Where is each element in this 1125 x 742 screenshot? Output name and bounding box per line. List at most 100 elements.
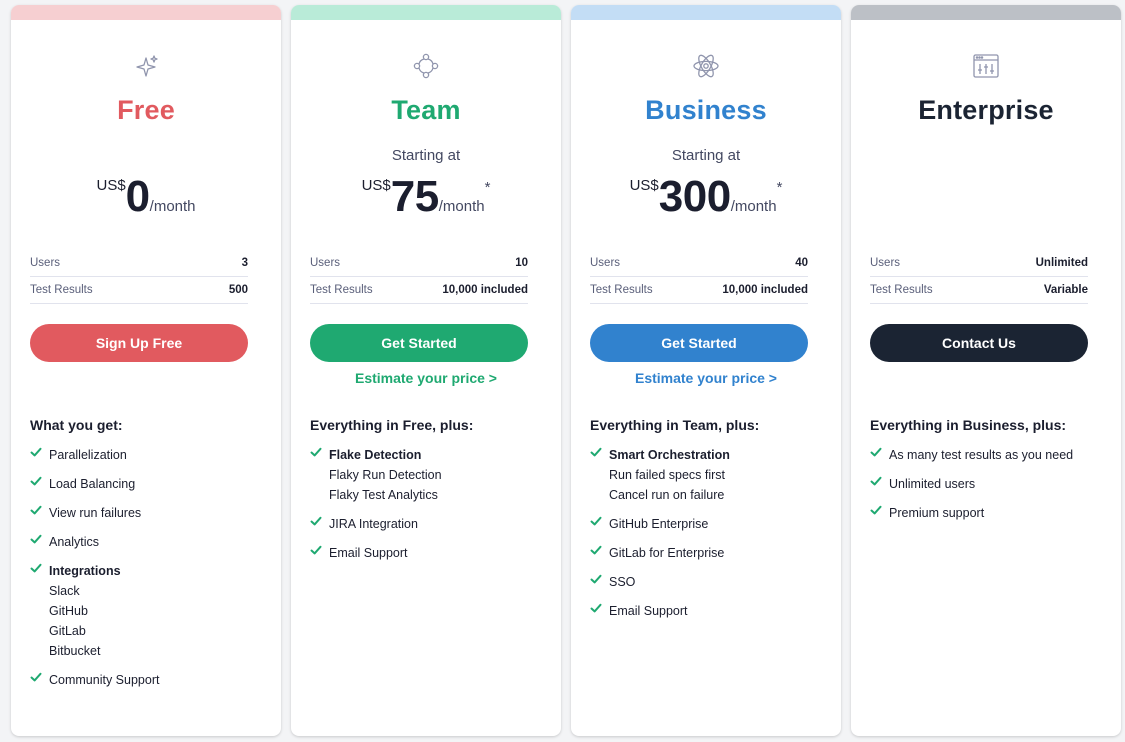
feature-item: Unlimited users: [870, 474, 1110, 494]
feature-sub-item: Run failed specs first: [609, 468, 726, 482]
feature-sub-item: Cancel run on failure: [609, 488, 725, 502]
feature-title: GitLab for Enterprise: [609, 546, 725, 560]
features-heading: Everything in Team, plus:: [590, 417, 760, 433]
users-label: Users: [30, 257, 61, 269]
starting-at-label: Starting at: [671, 147, 741, 164]
price-amount: 75: [390, 172, 439, 221]
price-period: /month: [438, 198, 485, 215]
feature-item: As many test results as you need: [870, 445, 1110, 465]
plan-color-bar: [11, 5, 281, 20]
check-icon: [870, 446, 882, 458]
price-amount: 300: [658, 172, 731, 221]
feature-list: Flake Detection Flaky Run Detection Flaky …: [310, 446, 550, 576]
sparkle-icon: [131, 51, 161, 81]
test-results-label: Test Results: [870, 284, 933, 296]
features-heading: What you get:: [30, 417, 123, 433]
feature-item: Email Support: [310, 543, 550, 563]
price-currency: US$: [629, 177, 659, 194]
plan-card-business: Business Starting at US$300/month * Users 40 T…: [571, 5, 841, 736]
check-icon: [30, 446, 42, 458]
feature-sub-item: Slack: [49, 584, 80, 598]
test-results-row: Test Results Variable: [870, 277, 1088, 304]
feature-title: Premium support: [889, 506, 985, 520]
price-period: /month: [149, 198, 196, 215]
feature-item: Smart Orchestration Run failed specs firs…: [590, 445, 830, 505]
starting-at-label: Starting at: [391, 147, 461, 164]
feature-title: Flake Detection: [329, 448, 422, 462]
test-results-value: 10,000 included: [442, 284, 528, 296]
feature-sub-item: GitHub: [49, 604, 88, 618]
feature-sub-item: Flaky Run Detection: [329, 468, 442, 482]
feature-item: GitLab for Enterprise: [590, 543, 830, 563]
check-icon: [590, 544, 602, 556]
check-icon: [30, 475, 42, 487]
estimate-price-link[interactable]: Estimate your price >: [571, 370, 841, 386]
test-results-value: 10,000 included: [722, 284, 808, 296]
check-icon: [590, 573, 602, 585]
feature-item: Parallelization: [30, 445, 270, 465]
check-icon: [30, 562, 42, 574]
test-results-label: Test Results: [30, 284, 93, 296]
feature-list: Smart Orchestration Run failed specs firs…: [590, 447, 830, 634]
nodes-icon: [411, 51, 441, 81]
plan-name: Free: [117, 95, 175, 125]
price-currency: US$: [361, 177, 391, 194]
test-results-value: Variable: [1043, 284, 1088, 296]
test-results-value: 500: [228, 284, 248, 296]
price-amount: 0: [125, 172, 150, 221]
users-value: Unlimited: [1035, 257, 1088, 269]
check-icon: [590, 515, 602, 527]
check-icon: [310, 544, 322, 556]
feature-title: Email Support: [329, 546, 408, 560]
check-icon: [870, 504, 882, 516]
atom-icon: [691, 51, 721, 81]
feature-item: GitHub Enterprise: [590, 514, 830, 534]
plan-price: US$0/month: [11, 171, 281, 223]
estimate-price-link[interactable]: Estimate your price >: [291, 370, 561, 386]
plan-color-bar: [291, 5, 561, 20]
sign-up-free-button[interactable]: Sign Up Free: [30, 324, 248, 362]
feature-title: View run failures: [49, 506, 142, 520]
plan-card-team: Team Starting at US$75/month * Users 10 Test R…: [291, 5, 561, 736]
test-results-label: Test Results: [310, 284, 373, 296]
feature-title: GitHub Enterprise: [609, 517, 709, 531]
feature-item: Analytics: [30, 532, 270, 552]
check-icon: [590, 602, 602, 614]
price-asterisk: *: [776, 179, 783, 196]
check-icon: [30, 504, 42, 516]
get-started-button[interactable]: Get Started: [310, 324, 528, 362]
users-value: 10: [515, 257, 528, 269]
feature-title: Parallelization: [49, 448, 127, 462]
price-currency: US$: [96, 177, 126, 194]
plan-name: Business: [645, 95, 767, 125]
feature-sub-item: GitLab: [49, 624, 86, 638]
plan-price: US$75/month *: [291, 171, 561, 223]
plan-name: Team: [391, 95, 461, 125]
feature-title: Email Support: [609, 604, 688, 618]
feature-title: Unlimited users: [889, 477, 976, 491]
users-value: 40: [795, 257, 808, 269]
users-label: Users: [870, 257, 901, 269]
feature-list: As many test results as you need Unlimite…: [870, 447, 1110, 536]
test-results-row: Test Results 10,000 included: [310, 277, 528, 304]
plan-color-bar: [571, 5, 841, 20]
feature-title: JIRA Integration: [329, 517, 418, 531]
feature-title: Load Balancing: [49, 477, 136, 491]
feature-sub-item: Bitbucket: [49, 644, 101, 658]
features-heading: Everything in Free, plus:: [310, 417, 474, 433]
users-label: Users: [310, 257, 341, 269]
price-period: /month: [730, 198, 777, 215]
contact-us-button[interactable]: Contact Us: [870, 324, 1088, 362]
check-icon: [30, 533, 42, 545]
feature-item: SSO: [590, 572, 830, 592]
check-icon: [590, 446, 602, 458]
get-started-button[interactable]: Get Started: [590, 324, 808, 362]
plan-card-enterprise: Enterprise Users Unlimited Test Results Vari…: [851, 5, 1121, 736]
check-icon: [310, 446, 322, 458]
check-icon: [30, 671, 42, 683]
feature-item: View run failures: [30, 503, 270, 523]
users-row: Users 40: [590, 250, 808, 277]
check-icon: [310, 515, 322, 527]
feature-title: Integrations: [49, 564, 121, 578]
feature-sub-item: Flaky Test Analytics: [329, 488, 438, 502]
